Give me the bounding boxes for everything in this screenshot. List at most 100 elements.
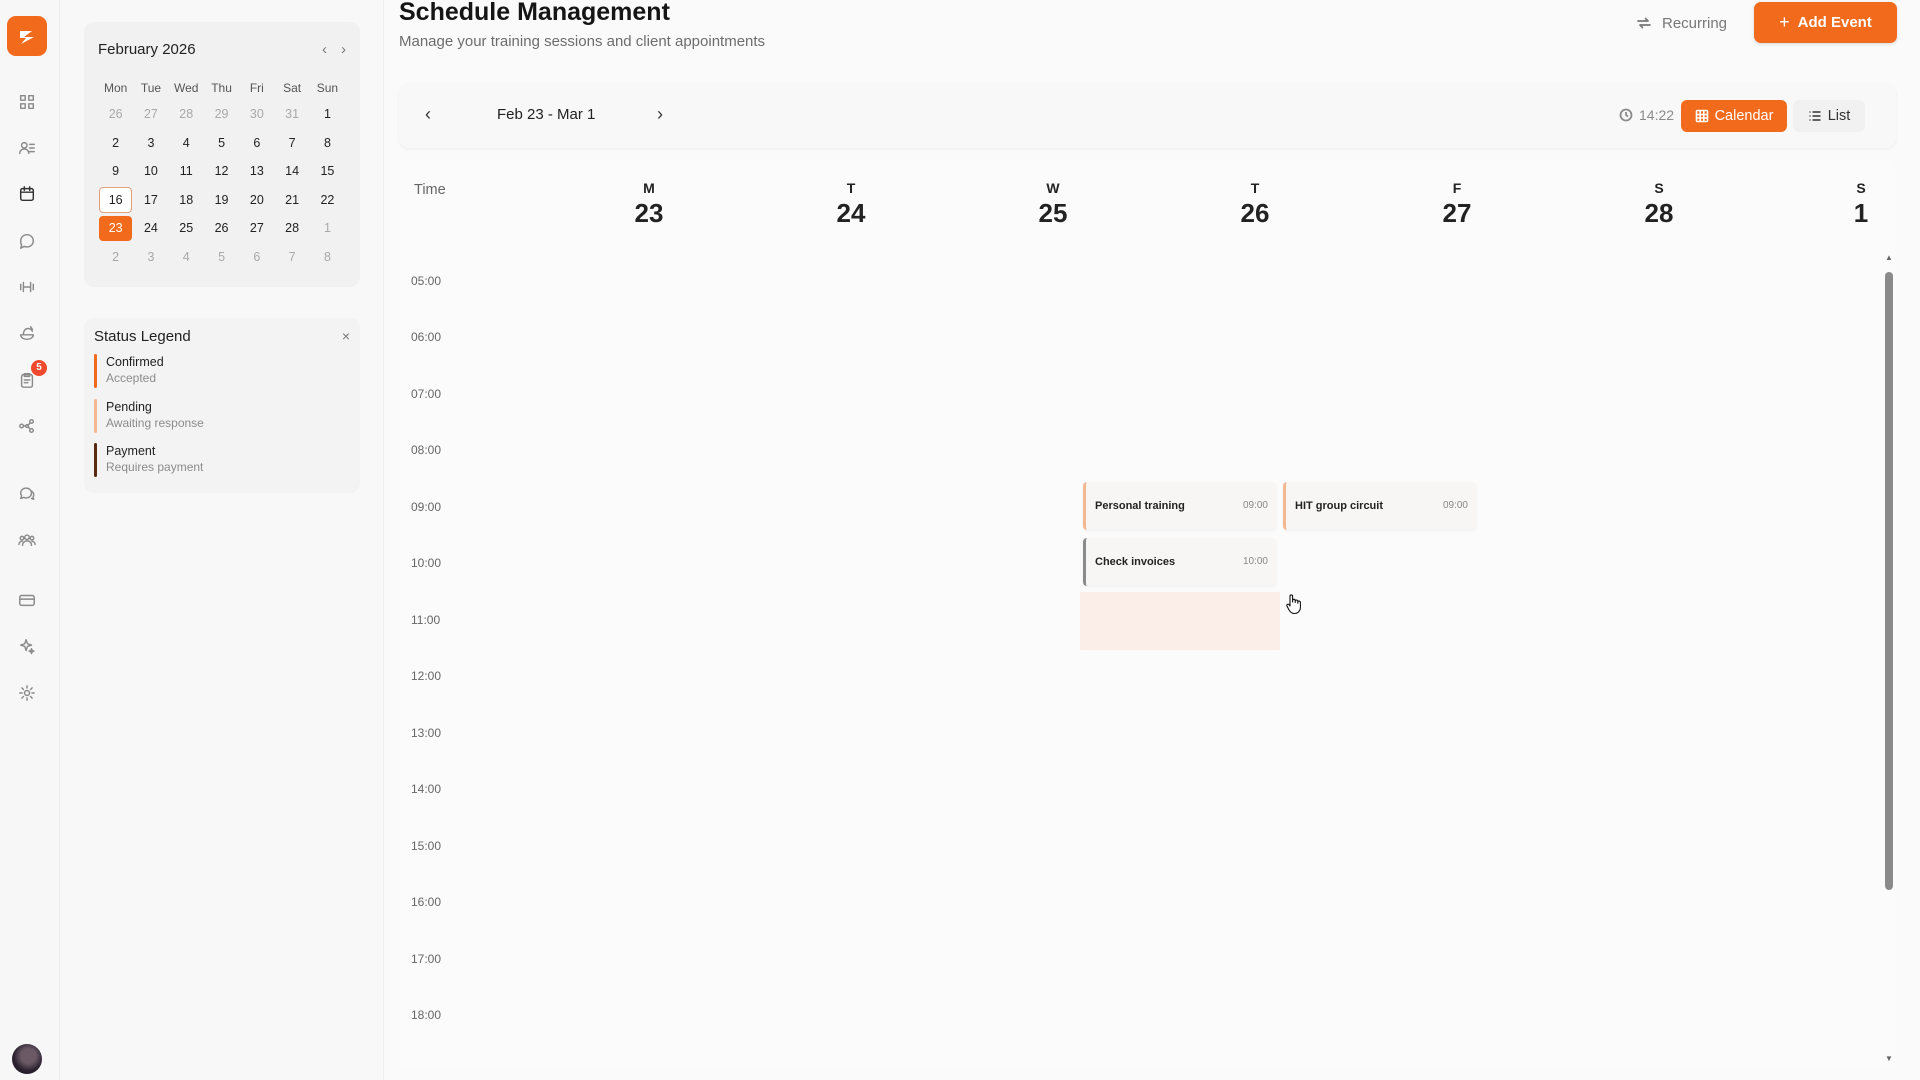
calendar-icon[interactable] bbox=[17, 184, 37, 204]
messages-icon[interactable] bbox=[17, 231, 37, 251]
day-header[interactable]: T 24 bbox=[750, 180, 952, 229]
mini-calendar-day[interactable]: 20 bbox=[239, 186, 274, 215]
tasks-badge: 5 bbox=[31, 360, 47, 376]
mini-calendar-day[interactable]: 30 bbox=[239, 100, 274, 129]
logo-icon[interactable] bbox=[7, 16, 47, 56]
day-header[interactable]: S 28 bbox=[1558, 180, 1760, 229]
mini-calendar-day[interactable]: 17 bbox=[133, 186, 168, 215]
mini-calendar-day[interactable]: 5 bbox=[204, 243, 239, 272]
mini-calendar-day[interactable]: 28 bbox=[274, 214, 309, 243]
day-header[interactable]: F 27 bbox=[1356, 180, 1558, 229]
drop-target-slot[interactable] bbox=[1080, 592, 1280, 650]
mini-calendar-day[interactable]: 7 bbox=[274, 129, 309, 158]
legend-title: Status Legend bbox=[94, 327, 191, 345]
event-check-invoices[interactable]: Check invoices 10:00 bbox=[1083, 538, 1276, 586]
add-event-button[interactable]: + Add Event bbox=[1754, 2, 1897, 43]
close-icon[interactable]: × bbox=[342, 328, 350, 344]
day-header[interactable]: S1 bbox=[1760, 180, 1920, 229]
mini-calendar-day[interactable]: 10 bbox=[133, 157, 168, 186]
billing-icon[interactable] bbox=[17, 590, 37, 610]
current-time-label: 14:22 bbox=[1639, 107, 1675, 123]
day-header[interactable]: M 23 bbox=[548, 180, 750, 229]
workouts-icon[interactable] bbox=[17, 277, 37, 297]
mini-calendar-day[interactable]: 2 bbox=[98, 243, 133, 272]
hour-label: 05:00 bbox=[411, 274, 442, 288]
mini-calendar-day[interactable]: 1 bbox=[310, 100, 345, 129]
mini-calendar-day[interactable]: 31 bbox=[274, 100, 309, 129]
mini-calendar-day[interactable]: 7 bbox=[274, 243, 309, 272]
recurring-label: Recurring bbox=[1662, 14, 1728, 32]
hour-label: 09:00 bbox=[411, 500, 442, 514]
avatar[interactable] bbox=[12, 1044, 42, 1074]
hour-label: 07:00 bbox=[411, 387, 442, 401]
prev-week-button[interactable]: ‹ bbox=[425, 104, 431, 125]
mini-calendar-day[interactable]: 19 bbox=[204, 186, 239, 215]
mini-calendar-day[interactable]: 3 bbox=[133, 243, 168, 272]
mini-calendar-day[interactable]: 3 bbox=[133, 129, 168, 158]
mini-calendar-day[interactable]: 15 bbox=[310, 157, 345, 186]
mini-calendar-day[interactable]: 9 bbox=[98, 157, 133, 186]
day-number: 25 bbox=[1038, 198, 1068, 228]
ai-icon[interactable] bbox=[17, 636, 37, 656]
chat-icon[interactable] bbox=[17, 483, 37, 503]
dashboard-icon[interactable] bbox=[17, 92, 37, 112]
mini-calendar-day[interactable]: 2 bbox=[98, 129, 133, 158]
mini-calendar-day[interactable]: 21 bbox=[274, 186, 309, 215]
scroll-up-icon[interactable]: ▲ bbox=[1885, 253, 1893, 262]
weekday-label: Sat bbox=[283, 81, 302, 95]
mini-calendar-day[interactable]: 8 bbox=[310, 129, 345, 158]
mini-calendar-day[interactable]: 4 bbox=[169, 129, 204, 158]
chevron-left-icon[interactable]: ‹ bbox=[322, 41, 327, 58]
mini-calendar-day[interactable]: 23 bbox=[99, 215, 133, 241]
mini-calendar-day[interactable]: 6 bbox=[239, 129, 274, 158]
mini-calendar-day[interactable]: 5 bbox=[204, 129, 239, 158]
workflow-icon[interactable] bbox=[17, 416, 37, 436]
recurring-button[interactable]: Recurring bbox=[1636, 12, 1727, 34]
day-header[interactable]: T 26 bbox=[1154, 180, 1356, 229]
day-number: 23 bbox=[634, 198, 664, 228]
mini-calendar-day[interactable]: 12 bbox=[204, 157, 239, 186]
mini-calendar-day[interactable]: 28 bbox=[169, 100, 204, 129]
mini-calendar-day[interactable]: 24 bbox=[133, 214, 168, 243]
mini-calendar-day[interactable]: 26 bbox=[204, 214, 239, 243]
mini-calendar-day[interactable]: 1 bbox=[310, 214, 345, 243]
mini-calendar-day[interactable]: 18 bbox=[169, 186, 204, 215]
mini-calendar-day[interactable]: 4 bbox=[169, 243, 204, 272]
mini-calendar-day[interactable]: 22 bbox=[310, 186, 345, 215]
time-column-header: Time bbox=[414, 182, 446, 198]
mini-calendar-day[interactable]: 8 bbox=[310, 243, 345, 272]
list-view-label: List bbox=[1827, 108, 1851, 124]
list-view-button[interactable]: List bbox=[1793, 100, 1865, 132]
mini-calendar-day[interactable]: 26 bbox=[98, 100, 133, 129]
scroll-down-icon[interactable]: ▼ bbox=[1885, 1054, 1893, 1063]
mini-calendar-day[interactable]: 16 bbox=[99, 187, 133, 213]
event-hit-group-circuit[interactable]: HIT group circuit 09:00 bbox=[1283, 482, 1476, 530]
scrollbar[interactable]: ▲ ▼ bbox=[1885, 253, 1893, 1063]
mini-calendar-day[interactable]: 29 bbox=[204, 100, 239, 129]
mini-calendar-day[interactable]: 13 bbox=[239, 157, 274, 186]
mini-calendar-day[interactable]: 25 bbox=[169, 214, 204, 243]
hour-label: 15:00 bbox=[411, 839, 442, 853]
next-week-button[interactable]: › bbox=[657, 104, 663, 125]
scrollbar-thumb[interactable] bbox=[1885, 272, 1893, 890]
chevron-right-icon[interactable]: › bbox=[341, 41, 346, 58]
legend-item-payment: Payment Requires payment bbox=[94, 443, 350, 477]
mini-calendar-day[interactable]: 11 bbox=[169, 157, 204, 186]
mini-calendar-day[interactable]: 14 bbox=[274, 157, 309, 186]
mini-calendar-day[interactable]: 27 bbox=[133, 100, 168, 129]
calendar-view-button[interactable]: Calendar bbox=[1681, 100, 1787, 132]
day-header[interactable]: W 25 bbox=[952, 180, 1154, 229]
nutrition-icon[interactable] bbox=[17, 323, 37, 343]
mini-calendar-title: February 2026 bbox=[98, 40, 196, 58]
week-toolbar: ‹ Feb 23 - Mar 1 › 14:22 Calendar List bbox=[399, 84, 1896, 148]
settings-icon[interactable] bbox=[17, 683, 37, 703]
community-icon[interactable] bbox=[17, 530, 37, 550]
event-personal-training[interactable]: Personal training 09:00 bbox=[1083, 482, 1276, 530]
clock-icon bbox=[1619, 108, 1633, 122]
calendar-view-label: Calendar bbox=[1714, 108, 1774, 124]
weekday-label: Sun bbox=[316, 81, 339, 95]
mini-calendar-day[interactable]: 27 bbox=[239, 214, 274, 243]
clients-icon[interactable] bbox=[17, 138, 37, 158]
mini-calendar-day[interactable]: 6 bbox=[239, 243, 274, 272]
day-letter: S bbox=[1654, 180, 1664, 196]
